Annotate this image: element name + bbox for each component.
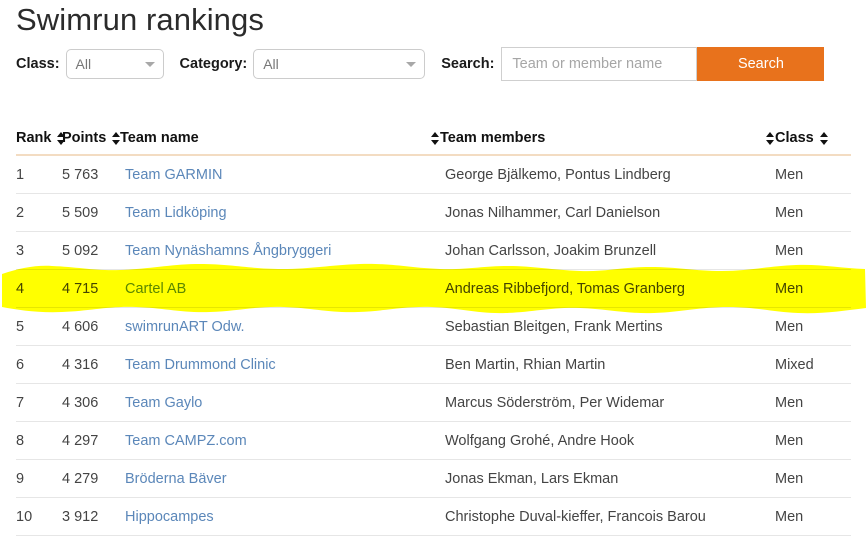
cell-rank: 7 — [16, 383, 62, 422]
cell-points: 5 092 — [62, 231, 120, 270]
team-name-link[interactable]: Team Nynäshamns Ångbryggeri — [125, 243, 331, 259]
team-name-link[interactable]: Team GARMIN — [125, 167, 223, 183]
cell-team-members: Sebastian Bleitgen, Frank Mertins — [440, 307, 775, 346]
cell-team-members: Ben Martin, Rhian Martin — [440, 345, 775, 384]
table-row[interactable]: 44 715 Cartel AB Andreas Ribbefjord, Tomas… — [16, 269, 851, 308]
cell-rank: 5 — [16, 307, 62, 346]
column-header-team-members-label: Team members — [440, 130, 546, 146]
cell-class: Men — [775, 155, 851, 194]
cell-class: Men — [775, 421, 851, 460]
team-name-link[interactable]: swimrunART Odw. — [125, 319, 245, 335]
team-name-link[interactable]: Hippocampes — [125, 509, 214, 525]
search-label: Search: — [441, 56, 495, 72]
cell-class: Men — [775, 459, 851, 498]
cell-points: 5 763 — [62, 155, 120, 194]
cell-points: 4 306 — [62, 383, 120, 422]
cell-rank: 2 — [16, 193, 62, 232]
cell-rank: 1 — [16, 155, 62, 194]
sort-icon[interactable] — [819, 131, 829, 145]
category-select[interactable]: All — [253, 49, 426, 79]
cell-class: Men — [775, 231, 851, 270]
cell-team-name[interactable]: Team Lidköping — [120, 193, 440, 232]
category-select-wrapper[interactable]: All — [253, 49, 426, 79]
class-select-wrapper[interactable]: All — [65, 49, 164, 79]
column-header-class[interactable]: Class — [775, 130, 851, 156]
cell-class: Men — [775, 193, 851, 232]
column-header-points[interactable]: Points — [62, 130, 121, 156]
search-input[interactable] — [501, 47, 698, 81]
table-body: 15 763 Team GARMIN George Bjälkemo, Pontus… — [16, 155, 851, 536]
table-header: Rank Points Team name Team members Class — [16, 130, 851, 156]
cell-points: 4 297 — [62, 421, 120, 460]
cell-rank: 4 — [16, 269, 62, 308]
cell-rank: 8 — [16, 421, 62, 460]
filter-bar: Class: All Category: All Search: Search — [16, 44, 825, 84]
sort-icon[interactable] — [431, 131, 440, 145]
page-title: Swimrun rankings — [16, 2, 264, 37]
cell-team-members: Andreas Ribbefjord, Tomas Granberg — [440, 269, 775, 308]
table-row[interactable]: 84 297 Team CAMPZ.com Wolfgang Grohé, Andr… — [16, 421, 851, 460]
cell-class: Mixed — [775, 345, 851, 384]
table-row[interactable]: 64 316 Team Drummond Clinic Ben Martin, Rh… — [16, 345, 851, 384]
table-row[interactable]: 74 306 Team Gaylo Marcus Söderström, Per W… — [16, 383, 851, 422]
column-header-team-name[interactable]: Team name — [120, 130, 440, 156]
cell-rank: 9 — [16, 459, 62, 498]
column-header-rank-label: Rank — [16, 130, 52, 146]
cell-team-name[interactable]: Team Nynäshamns Ångbryggeri — [120, 231, 440, 270]
column-header-rank[interactable]: Rank — [16, 130, 66, 156]
cell-team-name[interactable]: Bröderna Bäver — [120, 459, 440, 498]
team-name-link[interactable]: Team Gaylo — [125, 395, 202, 411]
cell-points: 4 316 — [62, 345, 120, 384]
sort-icon[interactable] — [766, 131, 775, 145]
cell-points: 4 606 — [62, 307, 120, 346]
cell-rank: 6 — [16, 345, 62, 384]
cell-team-members: Johan Carlsson, Joakim Brunzell — [440, 231, 775, 270]
table-header-row: Rank Points Team name Team members Class — [16, 130, 851, 156]
column-header-points-label: Points — [62, 130, 107, 146]
cell-team-members: Jonas Nilhammer, Carl Danielson — [440, 193, 775, 232]
cell-team-members: George Bjälkemo, Pontus Lindberg — [440, 155, 775, 194]
cell-team-name[interactable]: Cartel AB — [120, 269, 440, 308]
cell-team-members: Marcus Söderström, Per Widemar — [440, 383, 775, 422]
search-button[interactable]: Search — [697, 47, 825, 81]
cell-team-name[interactable]: Team Drummond Clinic — [120, 345, 440, 384]
column-header-team-members[interactable]: Team members — [440, 130, 775, 156]
team-name-link[interactable]: Team Drummond Clinic — [125, 357, 276, 373]
cell-class: Men — [775, 307, 851, 346]
cell-class: Men — [775, 269, 851, 308]
cell-class: Men — [775, 383, 851, 422]
team-name-link[interactable]: Team Lidköping — [125, 205, 227, 221]
team-name-link[interactable]: Team CAMPZ.com — [125, 433, 247, 449]
table-row[interactable]: 94 279 Bröderna Bäver Jonas Ekman, Lars Ek… — [16, 459, 851, 498]
cell-points: 5 509 — [62, 193, 120, 232]
cell-team-name[interactable]: Team CAMPZ.com — [120, 421, 440, 460]
table-row[interactable]: 35 092 Team Nynäshamns Ångbryggeri Johan C… — [16, 231, 851, 270]
table-row[interactable]: 25 509 Team Lidköping Jonas Nilhammer, Car… — [16, 193, 851, 232]
team-name-link[interactable]: Bröderna Bäver — [125, 471, 227, 487]
team-name-link[interactable]: Cartel AB — [125, 281, 186, 297]
sort-icon[interactable] — [57, 131, 66, 145]
cell-team-name[interactable]: Team GARMIN — [120, 155, 440, 194]
class-filter-label: Class: — [16, 56, 60, 72]
category-filter-label: Category: — [179, 56, 248, 72]
table-row[interactable]: 54 606 swimrunART Odw. Sebastian Bleitgen,… — [16, 307, 851, 346]
cell-team-name[interactable]: Team Gaylo — [120, 383, 440, 422]
cell-points: 4 279 — [62, 459, 120, 498]
cell-team-members: Jonas Ekman, Lars Ekman — [440, 459, 775, 498]
cell-team-members: Wolfgang Grohé, Andre Hook — [440, 421, 775, 460]
cell-team-name[interactable]: swimrunART Odw. — [120, 307, 440, 346]
cell-rank: 3 — [16, 231, 62, 270]
rankings-table: Rank Points Team name Team members Class… — [16, 130, 851, 536]
column-header-team-name-label: Team name — [120, 130, 199, 146]
cell-points: 4 715 — [62, 269, 120, 308]
rankings-page: Swimrun rankings Class: All Category: Al… — [0, 0, 867, 536]
sort-icon[interactable] — [112, 131, 121, 145]
column-header-class-label: Class — [775, 130, 814, 146]
table-row[interactable]: 15 763 Team GARMIN George Bjälkemo, Pontus… — [16, 155, 851, 194]
class-select[interactable]: All — [65, 49, 164, 79]
